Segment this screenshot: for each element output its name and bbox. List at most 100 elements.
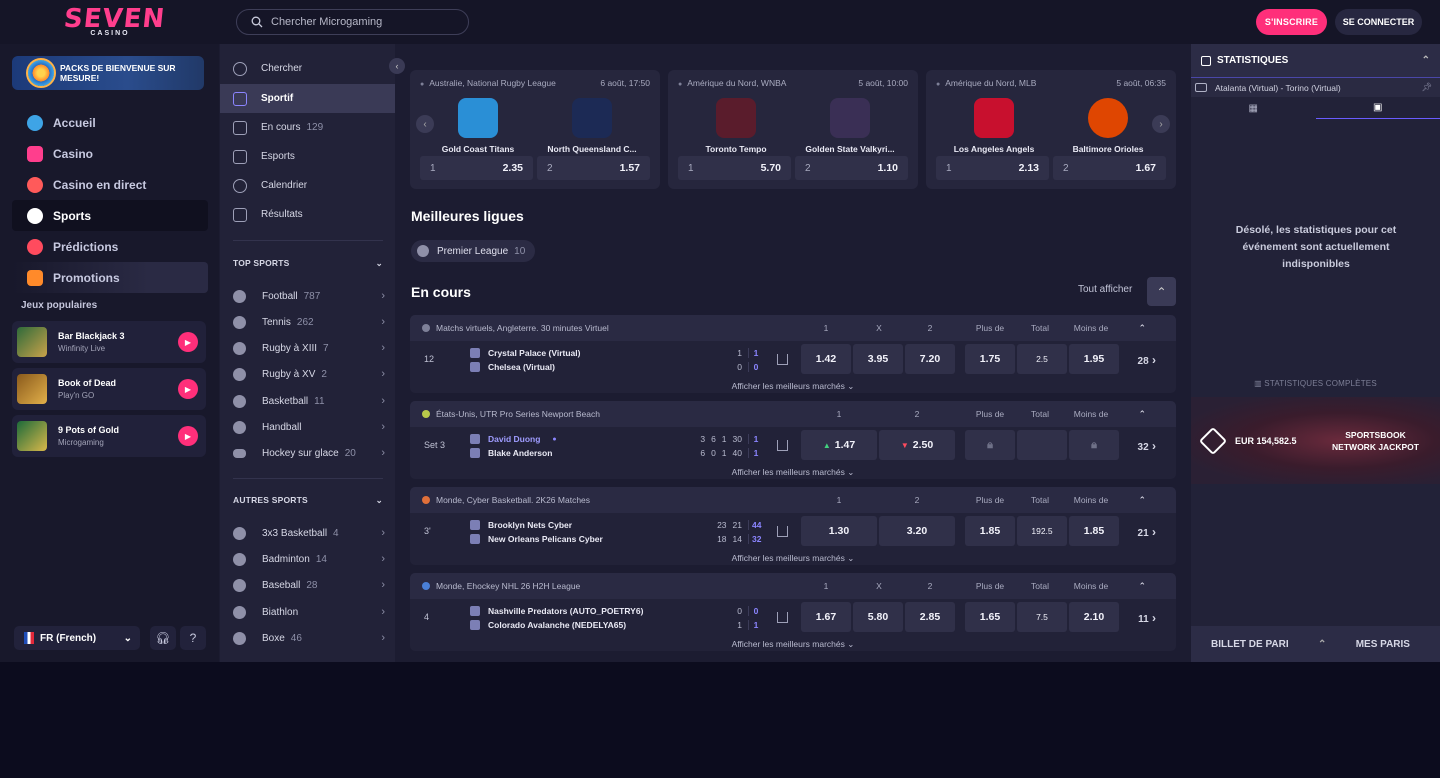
more-markets-link[interactable]: Afficher les meilleurs marchés ⌄	[410, 553, 1176, 564]
carousel-next-button[interactable]: ›	[1152, 115, 1170, 133]
search-box[interactable]	[236, 9, 469, 35]
collapse-sidebar-button[interactable]: ‹	[389, 58, 405, 74]
odd-button[interactable]: ▼ 2.50	[879, 430, 955, 460]
play-icon[interactable]: ▶	[178, 332, 198, 352]
chevron-up-icon[interactable]: ⌃	[1138, 495, 1146, 506]
odd-button[interactable]: 2 1.57	[537, 156, 650, 180]
league-chip-premier-league[interactable]: Premier League 10	[411, 240, 536, 262]
featured-match-card[interactable]: Australie, National Rugby League 6 août, …	[410, 70, 660, 189]
snav-item-esports[interactable]: Esports	[220, 142, 395, 171]
welcome-promo-banner[interactable]: PACKS DE BIENVENUE SUR MESURE!	[12, 56, 204, 90]
event-row[interactable]: Set 3 David Duong ● Blake Anderson 3 6 1 30 1…	[410, 427, 1176, 465]
game-card[interactable]: Book of Dead Play'n GO ▶	[12, 368, 206, 410]
game-card[interactable]: 9 Pots of Gold Microgaming ▶	[12, 415, 206, 457]
nav-item-live-casino[interactable]: Casino en direct	[12, 169, 208, 200]
stats-chart-icon[interactable]	[777, 440, 788, 451]
game-card[interactable]: Bar Blackjack 3 Winfinity Live ▶	[12, 321, 206, 363]
sport-row-biathlon[interactable]: Biathlon ›	[233, 599, 385, 625]
stats-panel-header[interactable]: STATISTIQUES ⌃	[1191, 44, 1440, 78]
under-odd-button[interactable]: 1.85	[1069, 516, 1119, 546]
nav-item-predictions[interactable]: Prédictions	[12, 231, 208, 262]
odd-button[interactable]: 1.67	[801, 602, 851, 632]
under-odd-button[interactable]: 2.10	[1069, 602, 1119, 632]
sport-row-baseball[interactable]: Baseball 28 ›	[233, 572, 385, 598]
more-markets-link[interactable]: Afficher les meilleurs marchés ⌄	[410, 639, 1176, 650]
odd-button[interactable]: 3.20	[879, 516, 955, 546]
search-input[interactable]	[271, 16, 451, 28]
event-header[interactable]: Monde, Cyber Basketball. 2K26 Matches 1 …	[410, 487, 1176, 513]
odd-button[interactable]: 1.42	[801, 344, 851, 374]
help-icon[interactable]: ?	[180, 626, 206, 650]
jackpot-banner[interactable]: EUR 154,582.5 SPORTSBOOK NETWORK JACKPOT	[1191, 397, 1440, 484]
signup-button[interactable]: S'INSCRIRE	[1256, 9, 1327, 35]
full-stats-link[interactable]: ▥ STATISTIQUES COMPLÈTES	[1191, 379, 1440, 388]
stats-chart-icon[interactable]	[777, 354, 788, 365]
stats-tab-icon[interactable]: ▣	[1315, 97, 1440, 119]
more-markets-link[interactable]: Afficher les meilleurs marchés ⌄	[410, 467, 1176, 478]
over-odd-button[interactable]: 1.85	[965, 516, 1015, 546]
login-button[interactable]: SE CONNECTER	[1335, 9, 1422, 35]
under-odd-button[interactable]: 1.95	[1069, 344, 1119, 374]
odd-button[interactable]: 5.80	[853, 602, 903, 632]
nav-item-casino[interactable]: Casino	[12, 138, 208, 169]
stats-chart-icon[interactable]	[777, 612, 788, 623]
event-header[interactable]: Matchs virtuels, Angleterre. 30 minutes …	[410, 315, 1176, 341]
odd-button[interactable]: 1 2.13	[936, 156, 1049, 180]
odd-button[interactable]: 7.20	[905, 344, 955, 374]
nav-item-promotions[interactable]: Promotions	[12, 262, 208, 293]
event-row[interactable]: 12 Crystal Palace (Virtual) Chelsea (Vir…	[410, 341, 1176, 379]
snav-item-results[interactable]: Résultats	[220, 200, 395, 229]
more-markets-count[interactable]: 21	[1138, 525, 1156, 539]
more-markets-link[interactable]: Afficher les meilleurs marchés ⌄	[410, 381, 1176, 392]
sport-row-rugby-league[interactable]: Rugby à XIII 7 ›	[233, 335, 385, 361]
more-markets-count[interactable]: 32	[1138, 439, 1156, 453]
other-sports-header[interactable]: AUTRES SPORTS ⌄	[233, 495, 383, 506]
sport-row-ice-hockey[interactable]: Hockey sur glace 20 ›	[233, 440, 385, 466]
chevron-up-icon[interactable]: ⌃	[1318, 639, 1326, 650]
featured-match-card[interactable]: Amérique du Nord, WNBA 5 août, 10:00 Toro…	[668, 70, 918, 189]
chevron-up-icon[interactable]: ⌃	[1138, 409, 1146, 420]
more-markets-count[interactable]: 11	[1138, 611, 1156, 625]
event-row[interactable]: 4 Nashville Predators (AUTO_POETRY6) Col…	[410, 599, 1176, 637]
more-markets-count[interactable]: 28	[1138, 353, 1156, 367]
betslip-tab[interactable]: BILLET DE PARI	[1211, 639, 1289, 650]
headset-icon[interactable]: 🎧︎	[150, 626, 176, 650]
odd-button[interactable]: 2 1.67	[1053, 156, 1166, 180]
sport-row-rugby-union[interactable]: Rugby à XV 2 ›	[233, 361, 385, 387]
snav-item-calendar[interactable]: Calendrier	[220, 171, 395, 200]
odd-button[interactable]: 2 1.10	[795, 156, 908, 180]
carousel-prev-button[interactable]: ‹	[416, 115, 434, 133]
snav-item-sportif[interactable]: Sportif	[220, 84, 395, 113]
featured-match-card[interactable]: Amérique du Nord, MLB 5 août, 06:35 Los A…	[926, 70, 1176, 189]
pin-icon[interactable]: 📌︎	[1421, 82, 1432, 93]
play-icon[interactable]: ▶	[178, 379, 198, 399]
event-header[interactable]: États-Unis, UTR Pro Series Newport Beach…	[410, 401, 1176, 427]
logo[interactable]: SEVEN CASINO	[62, 4, 166, 37]
sport-row-boxing[interactable]: Boxe 46 ›	[233, 625, 385, 651]
snav-item-live[interactable]: En cours 129	[220, 113, 395, 142]
chevron-up-icon[interactable]: ⌃	[1422, 55, 1430, 66]
language-select[interactable]: FR (French) ⌄	[14, 626, 140, 650]
stats-chart-icon[interactable]	[777, 526, 788, 537]
nav-item-home[interactable]: Accueil	[12, 107, 208, 138]
odd-button[interactable]: ▲ 1.47	[801, 430, 877, 460]
over-odd-button[interactable]: 1.65	[965, 602, 1015, 632]
sport-row-basketball[interactable]: Basketball 11 ›	[233, 388, 385, 414]
chevron-up-icon[interactable]: ⌃	[1138, 323, 1146, 334]
event-row[interactable]: 3' Brooklyn Nets Cyber New Orleans Pelic…	[410, 513, 1176, 551]
odd-button[interactable]: 1.30	[801, 516, 877, 546]
my-bets-tab[interactable]: MES PARIS	[1356, 639, 1410, 650]
odd-button[interactable]: 3.95	[853, 344, 903, 374]
odd-button[interactable]: 2.85	[905, 602, 955, 632]
nav-item-sports[interactable]: Sports	[12, 200, 208, 231]
sport-row-3x3-basketball[interactable]: 3x3 Basketball 4 ›	[233, 520, 385, 546]
over-odd-button[interactable]: 1.75	[965, 344, 1015, 374]
stats-match-bar[interactable]: Atalanta (Virtual) - Torino (Virtual) 📌︎	[1191, 78, 1440, 97]
sport-row-football[interactable]: Football 787 ›	[233, 283, 385, 309]
sport-row-handball[interactable]: Handball ›	[233, 414, 385, 440]
scoreboard-tab-icon[interactable]: ▦	[1191, 97, 1316, 119]
collapse-all-icon[interactable]: ⌃	[1147, 277, 1176, 306]
odd-button[interactable]: 1 5.70	[678, 156, 791, 180]
show-all-link[interactable]: Tout afficher	[1078, 284, 1132, 295]
play-icon[interactable]: ▶	[178, 426, 198, 446]
